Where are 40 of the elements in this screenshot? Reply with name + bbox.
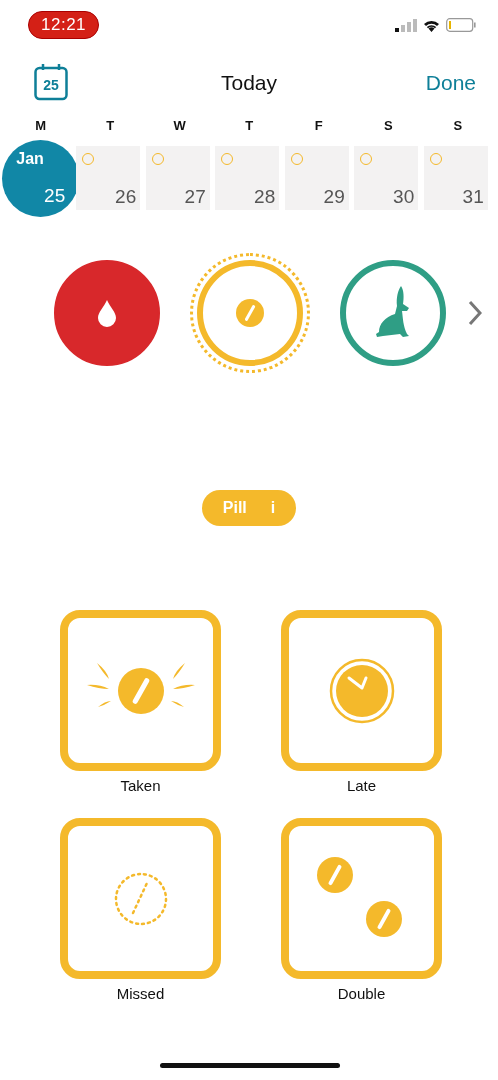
option-tile[interactable] xyxy=(60,818,221,979)
option-label: Missed xyxy=(116,985,165,1002)
day-cell[interactable]: 27 xyxy=(145,146,210,210)
pill-icon xyxy=(235,298,265,328)
weekday-label: S xyxy=(383,118,393,133)
signal-icon xyxy=(395,18,417,32)
option-label: Late xyxy=(346,777,377,794)
weekday-label: M xyxy=(35,118,47,133)
wifi-icon xyxy=(423,18,440,32)
option-tile[interactable] xyxy=(281,818,442,979)
day-number: 25 xyxy=(44,184,66,207)
day-cell[interactable]: 29 xyxy=(284,146,349,210)
day-cell[interactable]: 28 xyxy=(215,146,280,210)
day-number: 27 xyxy=(184,186,206,208)
weekday-label: F xyxy=(314,118,323,133)
clock-icon xyxy=(328,657,395,724)
weekday-label: T xyxy=(106,118,115,133)
option-label: Taken xyxy=(120,777,161,794)
day-number: 26 xyxy=(115,186,137,208)
screen-title: Today xyxy=(220,71,277,94)
dashed-pill-icon xyxy=(112,870,169,927)
day-cell[interactable]: 30 xyxy=(354,146,419,210)
weekday-label: T xyxy=(245,118,254,133)
battery-icon xyxy=(446,18,476,32)
day-number: 30 xyxy=(393,186,415,208)
weekday-label: S xyxy=(453,118,463,133)
done-button[interactable]: Done xyxy=(425,71,476,95)
option-tile[interactable] xyxy=(281,610,442,771)
month-label: Jan xyxy=(16,149,44,168)
chevron-right-icon[interactable] xyxy=(468,300,482,326)
option-tile[interactable] xyxy=(60,610,221,771)
weekday-label: W xyxy=(173,118,186,133)
day-number: 31 xyxy=(462,186,484,208)
day-cell[interactable]: 31 xyxy=(423,146,488,210)
day-number: 28 xyxy=(254,186,276,208)
day-number: 29 xyxy=(323,186,345,208)
option-label: Double xyxy=(337,985,386,1002)
drop-icon xyxy=(96,299,118,327)
day-cell[interactable]: 26 xyxy=(76,146,141,210)
status-time: 12:21 xyxy=(28,11,100,39)
